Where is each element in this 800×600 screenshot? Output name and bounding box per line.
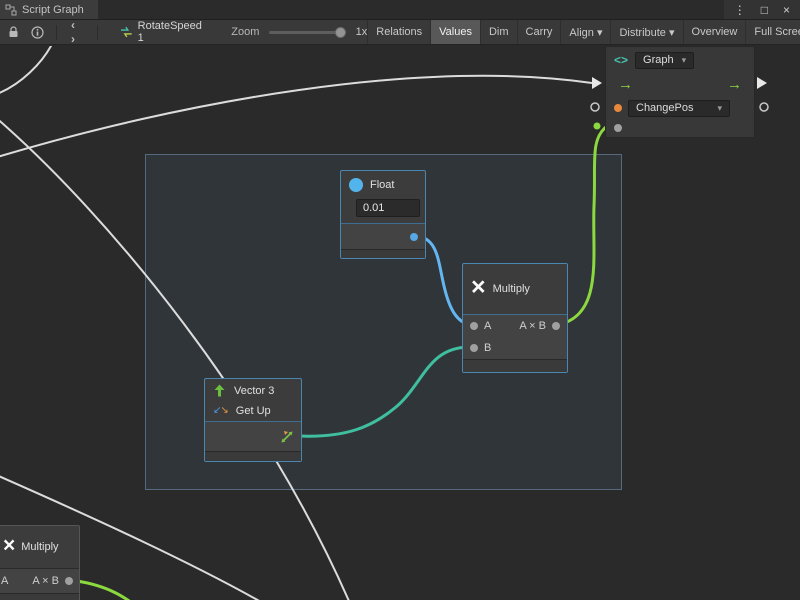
graph-asset-breadcrumb[interactable]: RotateSpeed 1	[120, 20, 209, 44]
toolbar-button-distribute[interactable]: Distribute ▾	[610, 20, 682, 44]
window-titlebar: Script Graph ⋮ □ ×	[0, 0, 800, 20]
multiply-input-a-label: A	[484, 320, 491, 332]
node-event-changepos[interactable]: <> Graph ▾ → → ChangePos ▾	[605, 46, 755, 138]
multiply-input-b-label: B	[484, 342, 491, 354]
lock-icon[interactable]	[8, 26, 19, 38]
node-vector-footer	[205, 451, 301, 461]
toolbar-button-fullscreen[interactable]: Full Screen	[745, 20, 800, 44]
graph-name: RotateSpeed 1	[138, 20, 210, 44]
node-float-header: Float	[341, 171, 425, 199]
node-multiply-header: × Multiply	[463, 264, 567, 314]
chevron-down-icon: ▾	[717, 102, 722, 115]
script-graph-window: Script Graph ⋮ □ × ‹ ›	[0, 0, 800, 600]
wire-endpoint-dot	[594, 123, 601, 130]
maximize-icon[interactable]: □	[761, 4, 768, 16]
toolbar-button-relations[interactable]: Relations	[367, 20, 430, 44]
toolbar-button-align[interactable]: Align ▾	[560, 20, 610, 44]
wire-multiply2-out	[70, 580, 138, 600]
wire-getup-to-multiply-b	[298, 347, 470, 436]
chevron-down-icon: ▾	[682, 54, 687, 67]
zoom-slider[interactable]	[269, 31, 345, 34]
node-multiply-partial[interactable]: × Multiply A A × B	[0, 525, 80, 600]
window-menu-icon[interactable]: ⋮	[734, 4, 746, 16]
zoom-label: Zoom	[231, 26, 259, 38]
graph-toolbar: ‹ › RotateSpeed 1 Zoom 1x Relations Valu…	[0, 20, 800, 45]
multiply2-output-label: A × B	[32, 575, 59, 587]
port-circle-right[interactable]	[760, 103, 768, 111]
visual-script-icon: <>	[614, 53, 628, 67]
toolbar-button-dim[interactable]: Dim	[480, 20, 517, 44]
node-multiply2-header: × Multiply	[0, 526, 79, 568]
multiply-icon: ×	[3, 535, 15, 556]
graph-dropdown[interactable]: Graph ▾	[635, 52, 694, 69]
multiply-output-port[interactable]	[552, 322, 560, 330]
node-float-ports	[341, 223, 425, 249]
wire-flow-to-event	[0, 76, 592, 158]
float-type-icon	[349, 178, 363, 192]
changepos-dropdown-label: ChangePos	[636, 102, 694, 115]
node-multiply2-ports: A A × B	[0, 568, 79, 593]
toolbar-button-overview[interactable]: Overview	[683, 20, 746, 44]
event-target-row: ChangePos ▾	[606, 97, 754, 119]
getup-arrows-icon: ↙↘	[213, 406, 228, 416]
graph-canvas[interactable]: Float 0.01 × Multiply A A × B	[0, 46, 800, 600]
event-flow-row: → →	[606, 71, 754, 97]
graph-dropdown-label: Graph	[643, 54, 674, 67]
vector-output-port-icon[interactable]	[280, 429, 295, 444]
toolbar-separator	[56, 25, 57, 40]
zoom-slider-handle[interactable]	[335, 27, 346, 38]
float-output-port[interactable]	[410, 233, 418, 241]
vector-up-icon	[213, 384, 226, 397]
zoom-value: 1x	[356, 26, 368, 38]
multiply-output-label: A × B	[519, 320, 546, 332]
port-row-b: B	[463, 337, 567, 359]
flow-input-port[interactable]: →	[618, 77, 633, 92]
port-circle-left[interactable]	[591, 103, 599, 111]
multiply-input-b-port[interactable]	[470, 344, 478, 352]
node-vector-ports	[205, 421, 301, 451]
close-icon[interactable]: ×	[783, 4, 790, 16]
port-row-a: A A × B	[463, 315, 567, 337]
node-multiply2-title: Multiply	[21, 541, 58, 553]
node-float[interactable]: Float 0.01	[340, 170, 426, 259]
node-vector-header: Vector 3	[205, 379, 301, 400]
changepos-input-port[interactable]	[614, 104, 622, 112]
changepos-dropdown[interactable]: ChangePos ▾	[628, 100, 730, 117]
node-vector-title: Vector 3	[234, 385, 274, 397]
toolbar-button-values[interactable]: Values	[430, 20, 480, 44]
multiply2-input-a-label: A	[1, 575, 8, 587]
code-icon[interactable]: ‹ ›	[71, 20, 85, 45]
node-vector-subtitle: Get Up	[236, 405, 271, 417]
tab-script-graph[interactable]: Script Graph	[0, 0, 98, 19]
toolbar-button-carry[interactable]: Carry	[517, 20, 561, 44]
toolbar-button-group: Relations Values Dim Carry Align ▾ Distr…	[367, 20, 800, 44]
node-float-footer	[341, 249, 425, 258]
flow-arrowhead-left	[592, 77, 602, 89]
flow-output-port[interactable]: →	[727, 77, 742, 92]
window-title: Script Graph	[22, 4, 84, 16]
node-multiply[interactable]: × Multiply A A × B B	[462, 263, 568, 373]
toolbar-separator	[97, 25, 98, 40]
node-multiply-title: Multiply	[493, 283, 530, 295]
event-extra-port-row	[606, 119, 754, 137]
multiply2-output-port[interactable]	[65, 577, 73, 585]
port-row-a: A A × B	[0, 569, 79, 593]
script-graph-asset-icon	[120, 26, 133, 38]
multiply-input-a-port[interactable]	[470, 322, 478, 330]
node-multiply2-footer	[0, 593, 79, 600]
node-vector-getup[interactable]: Vector 3 ↙↘ Get Up	[204, 378, 302, 462]
node-multiply-footer	[463, 359, 567, 372]
wire-flow-corner	[0, 46, 54, 95]
info-icon[interactable]	[31, 26, 44, 39]
node-float-title: Float	[370, 179, 394, 191]
float-value-input[interactable]: 0.01	[356, 199, 420, 217]
flow-arrowhead-right	[757, 77, 767, 89]
node-multiply-ports: A A × B B	[463, 314, 567, 359]
script-graph-icon	[5, 4, 17, 16]
event-extra-port[interactable]	[614, 124, 622, 132]
event-node-header: <> Graph ▾	[606, 47, 754, 71]
multiply-icon: ×	[471, 275, 486, 300]
node-vector-subheader: ↙↘ Get Up	[205, 400, 301, 421]
titlebar-spacer	[98, 0, 724, 19]
